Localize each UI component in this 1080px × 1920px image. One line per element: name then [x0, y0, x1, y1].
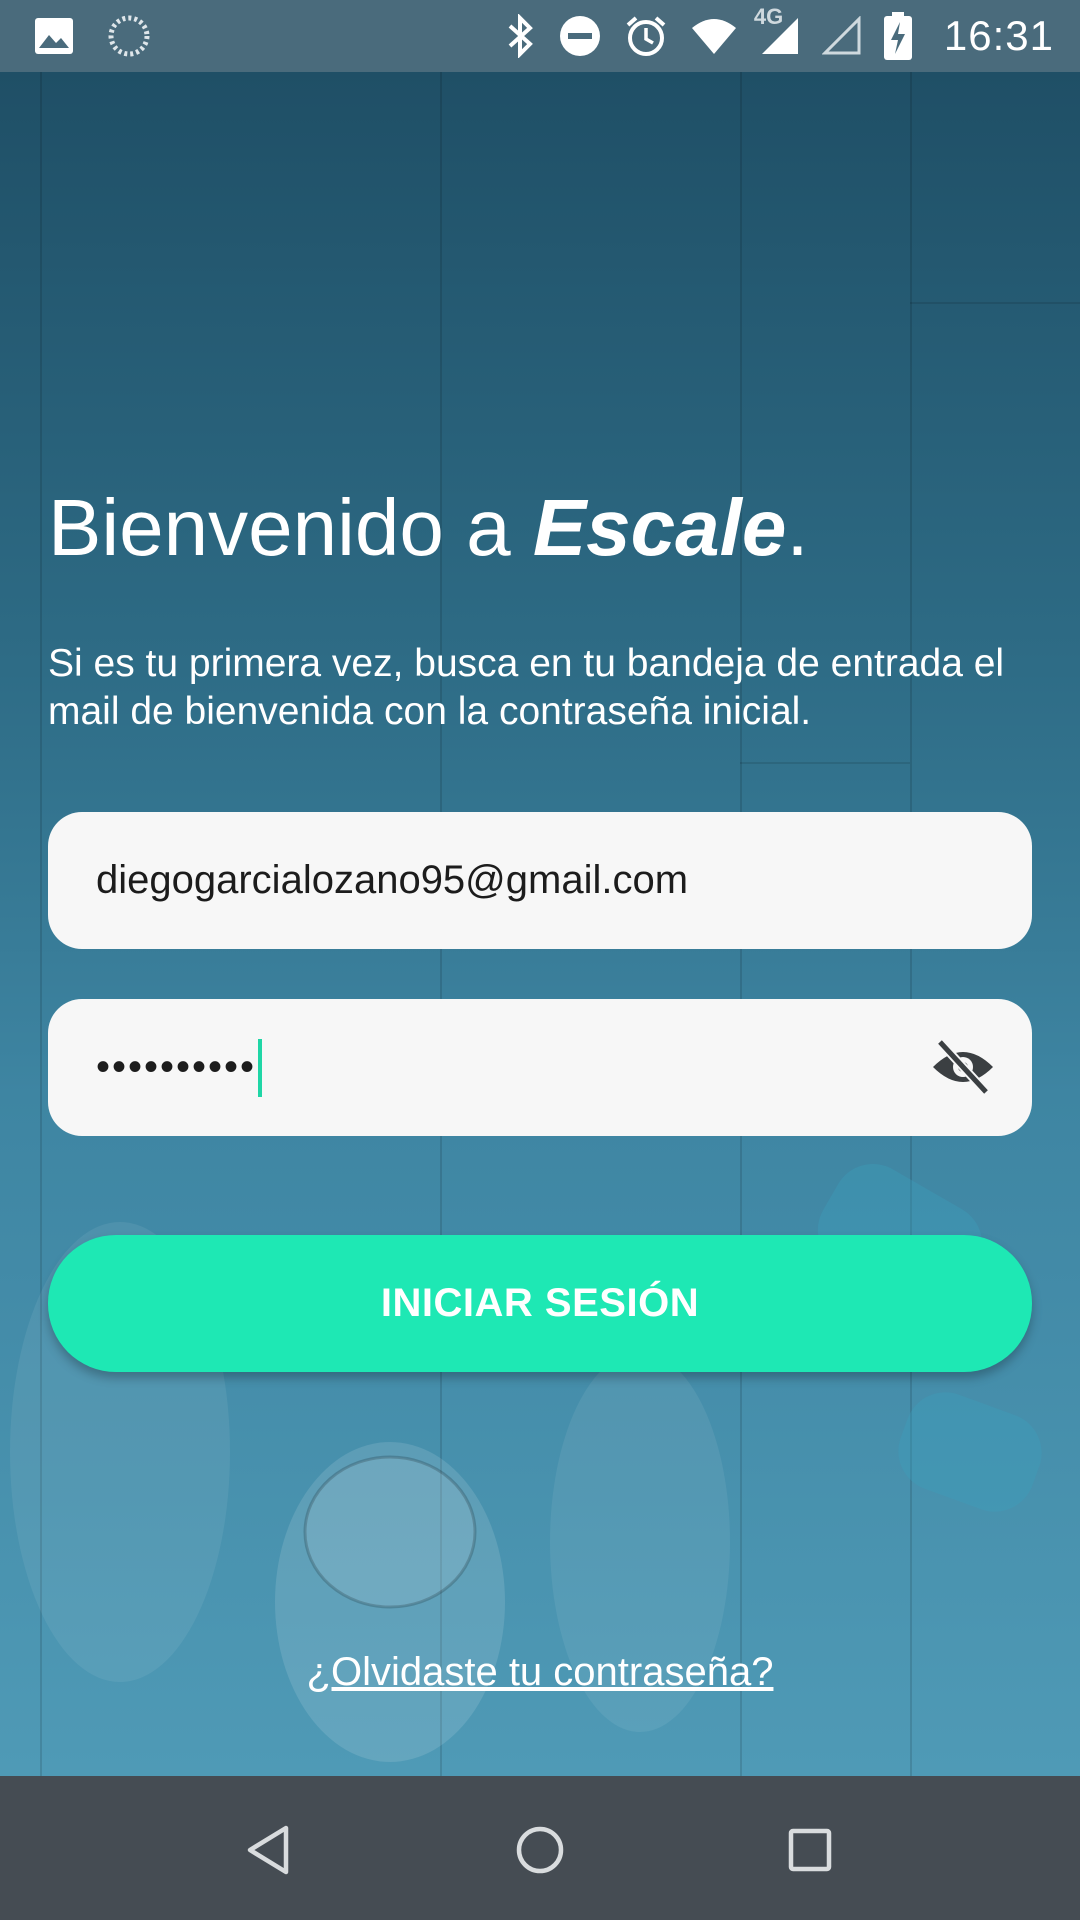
- welcome-title-suffix: .: [786, 483, 809, 572]
- recents-icon[interactable]: [780, 1820, 840, 1880]
- welcome-title: Bienvenido a Escale.: [48, 482, 809, 574]
- gallery-icon: [34, 17, 74, 55]
- status-bar: 4G 16:31: [0, 0, 1080, 72]
- text-caret: [258, 1038, 263, 1097]
- home-icon[interactable]: [510, 1820, 570, 1880]
- signal-icon: 4G: [754, 4, 800, 56]
- email-field[interactable]: [48, 812, 1032, 949]
- forgot-password-link[interactable]: ¿Olvidaste tu contraseña?: [0, 1650, 1080, 1695]
- background-plank: [910, 302, 1080, 304]
- login-button[interactable]: INICIAR SESIÓN: [48, 1235, 1032, 1372]
- alarm-icon: [624, 14, 668, 58]
- wifi-icon: [690, 16, 738, 56]
- welcome-subtitle: Si es tu primera vez, busca en tu bandej…: [48, 642, 1005, 733]
- login-screen: Bienvenido a Escale. Si es tu primera ve…: [0, 72, 1080, 1776]
- password-input[interactable]: ••••••••••: [96, 1045, 256, 1090]
- email-input[interactable]: [96, 858, 916, 903]
- password-field[interactable]: ••••••••••: [48, 999, 1032, 1136]
- toggle-password-visibility-icon[interactable]: [930, 1037, 996, 1097]
- back-icon[interactable]: [240, 1820, 300, 1880]
- status-time: 16:31: [943, 12, 1054, 59]
- network-type-label: 4G: [753, 4, 784, 29]
- signal-empty-icon: [821, 16, 862, 56]
- welcome-title-prefix: Bienvenido a: [48, 483, 533, 572]
- bluetooth-icon: [506, 14, 536, 58]
- do-not-disturb-icon: [558, 14, 602, 58]
- brand-name: Escale: [532, 483, 787, 572]
- navigation-bar: [0, 1776, 1080, 1920]
- sync-icon: [108, 15, 150, 57]
- battery-charging-icon: [883, 12, 912, 60]
- background-plank: [740, 762, 910, 764]
